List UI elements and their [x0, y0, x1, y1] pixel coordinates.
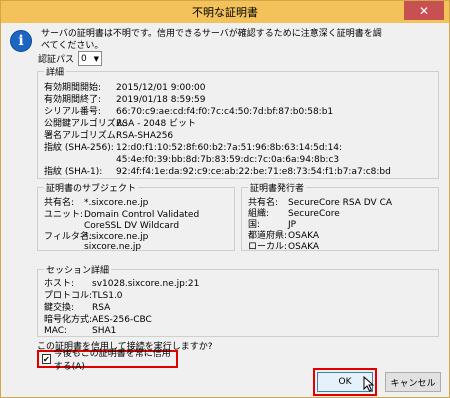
detail-value: RSA - 2048 ビット — [116, 119, 197, 129]
cert-path-select[interactable]: 0 ▼ — [78, 51, 103, 66]
subject-value-2: sixcore.ne.jp — [84, 242, 142, 252]
mouse-cursor-icon — [363, 376, 375, 392]
detail-row: 有効期間開始: 2015/12/01 9:00:00 — [44, 82, 205, 94]
detail-key: 指紋 (SHA-1): — [44, 167, 103, 177]
details-legend: 詳細 — [44, 65, 67, 78]
issuer-key: 国: — [248, 220, 261, 230]
session-key: ホスト: — [44, 279, 75, 289]
detail-row: 署名アルゴリズム: RSA-SHA256 — [44, 130, 173, 142]
detail-value: 92:4f:f4:1e:da:92:c9:ce:ab:22:be:71:e8:7… — [116, 167, 391, 177]
chevron-down-icon: ▼ — [93, 54, 100, 63]
detail-row: シリアル番号: 66:70:c9:ae:cd:f4:f0:7c:c4:50:7d… — [44, 106, 333, 118]
session-key: 暗号化方式: — [44, 315, 93, 325]
session-value: SHA1 — [92, 326, 117, 336]
session-value: RSA — [92, 303, 111, 313]
detail-value: 2019/01/18 8:59:59 — [116, 95, 206, 105]
issuer-group: 証明書発行者 共有名: SecureCore RSA DV CA 組織: Sec… — [241, 181, 439, 253]
session-key: 鍵交換: — [44, 303, 75, 313]
subject-group: 証明書のサブジェクト 共有名: *.sixcore.ne.jp ユニット: Do… — [37, 181, 235, 252]
detail-key: 署名アルゴリズム: — [44, 131, 119, 141]
cert-path-label: 認証パス — [38, 55, 75, 65]
always-trust-checkbox-row[interactable]: ✔ 今後もこの証明書を常に信用する(A) — [37, 349, 178, 372]
message-line-1: サーバの証明書は不明です。信用できるサーバが確認するために注意深く証明書を調 — [41, 29, 382, 39]
subject-row: ユニット: Domain Control Validated CoreSSL D… — [44, 209, 199, 231]
cert-path-row: 認証パス 0 ▼ — [38, 51, 103, 66]
detail-key: 有効期間終了: — [44, 95, 102, 105]
session-key: MAC: — [44, 326, 68, 336]
detail-value: 12:d0:f1:10:52:8f:60:b2:7a:51:96:8b:63:1… — [116, 143, 343, 153]
cancel-button-label: キャンセル — [390, 378, 436, 389]
detail-row: 指紋 (SHA-256): 12:d0:f1:10:52:8f:60:b2:7a… — [44, 142, 342, 165]
close-button[interactable]: ✕ — [404, 1, 444, 20]
session-row: ホスト: sv1028.sixcore.ne.jp:21 — [44, 278, 199, 290]
issuer-key: 組織: — [248, 209, 270, 219]
session-row: MAC: SHA1 — [44, 325, 116, 337]
session-value: sv1028.sixcore.ne.jp:21 — [92, 279, 200, 289]
ok-button-label: OK — [338, 377, 352, 387]
subject-key: ユニット: — [44, 210, 84, 220]
subject-row: フィルタ名: *.sixcore.ne.jp sixcore.ne.jp — [44, 231, 148, 252]
issuer-key: 共有名: — [248, 198, 279, 208]
detail-value-2: 45:4e:f0:39:bb:8d:7b:83:59:dc:7c:0a:6a:9… — [116, 155, 340, 165]
issuer-key: 都道府県: — [248, 231, 288, 241]
issuer-key: ローカル: — [248, 242, 288, 252]
subject-row: 共有名: *.sixcore.ne.jp — [44, 197, 148, 209]
issuer-row: ローカル: OSAKA — [248, 241, 319, 253]
message-text: サーバの証明書は不明です。信用できるサーバが確認するために注意深く証明書を調 べ… — [41, 28, 441, 52]
subject-legend: 証明書のサブジェクト — [44, 181, 139, 194]
always-trust-checkbox[interactable]: ✔ — [42, 354, 51, 364]
subject-key: 共有名: — [44, 198, 75, 208]
session-row: プロトコル: TLS1.0 — [44, 290, 123, 302]
issuer-legend: 証明書発行者 — [248, 181, 307, 194]
issuer-value: OSAKA — [288, 242, 320, 252]
cert-path-value: 0 — [81, 53, 87, 64]
title-bar[interactable]: 不明な証明書 — [1, 1, 449, 23]
subject-value: *.sixcore.ne.jp — [84, 198, 149, 208]
session-value: TLS1.0 — [92, 291, 123, 301]
detail-row: 有効期間終了: 2019/01/18 8:59:59 — [44, 94, 205, 106]
session-row: 鍵交換: RSA — [44, 302, 110, 314]
detail-key: 有効期間開始: — [44, 83, 102, 93]
cancel-button[interactable]: キャンセル — [385, 372, 441, 392]
detail-value: 66:70:c9:ae:cd:f4:f0:7c:c4:50:7d:bf:87:b… — [116, 107, 334, 117]
detail-key: シリアル番号: — [44, 107, 101, 117]
detail-row: 指紋 (SHA-1): 92:4f:f4:1e:da:92:c9:ce:ab:2… — [44, 166, 391, 178]
info-icon: i — [10, 30, 32, 52]
detail-row: 公開鍵アルゴリズム: RSA - 2048 ビット — [44, 118, 196, 130]
session-legend: セッション詳細 — [44, 263, 112, 276]
detail-value: 2015/12/01 9:00:00 — [116, 83, 206, 93]
session-key: プロトコル: — [44, 291, 93, 301]
detail-key: 指紋 (SHA-256): — [44, 143, 114, 153]
certificate-dialog: 不明な証明書 ✕ i サーバの証明書は不明です。信用できるサーバが確認するために… — [0, 0, 450, 398]
detail-value: RSA-SHA256 — [116, 131, 174, 141]
details-group: 詳細 有効期間開始: 2015/12/01 9:00:00 有効期間終了: 20… — [37, 65, 439, 179]
session-group: セッション詳細 ホスト: sv1028.sixcore.ne.jp:21 プロト… — [37, 263, 439, 337]
window-title: 不明な証明書 — [192, 6, 258, 19]
always-trust-label[interactable]: 今後もこの証明書を常に信用する(A) — [54, 346, 176, 372]
